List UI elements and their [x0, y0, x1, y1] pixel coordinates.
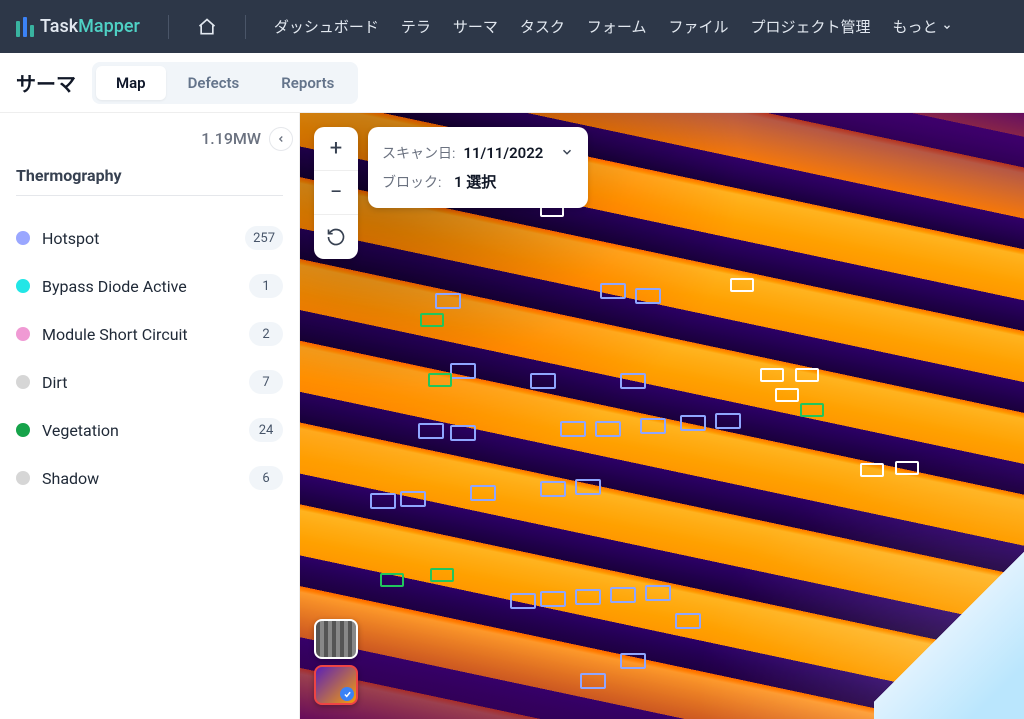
logo-mark-icon [16, 17, 34, 37]
block-value: 1 選択 [454, 171, 496, 192]
category-row[interactable]: Shadow 6 [16, 454, 283, 502]
category-color-icon [16, 279, 30, 293]
category-count-badge: 257 [245, 226, 283, 250]
logo-text-b: Mapper [78, 16, 140, 37]
layer-visual-button[interactable] [314, 619, 358, 659]
divider [168, 15, 169, 39]
sub-header: サーマ Map Defects Reports [0, 53, 1024, 113]
nav-file[interactable]: ファイル [668, 16, 728, 37]
logo-text-a: Task [40, 16, 78, 37]
category-count-badge: 6 [249, 466, 283, 490]
nav-task[interactable]: タスク [520, 16, 565, 37]
category-label: Hotspot [42, 229, 99, 248]
selected-check-icon [340, 687, 354, 701]
category-count-badge: 1 [249, 274, 283, 298]
zoom-reset-button[interactable] [314, 215, 358, 259]
content-area: 1.19MW Thermography Hotspot 257 Bypass D… [0, 113, 1024, 719]
sidebar: 1.19MW Thermography Hotspot 257 Bypass D… [0, 113, 300, 719]
divider [16, 195, 283, 196]
nav-thermal[interactable]: サーマ [453, 16, 498, 37]
map-viewport[interactable]: + − スキャン日: 11/11/2022 ブロック: 1 選択 [300, 113, 1024, 719]
category-list: Hotspot 257 Bypass Diode Active 1 Module… [16, 214, 283, 502]
tab-reports[interactable]: Reports [261, 66, 354, 100]
nav-project[interactable]: プロジェクト管理 [750, 16, 870, 37]
category-count-badge: 7 [249, 370, 283, 394]
scan-date-value: 11/11/2022 [463, 144, 543, 162]
category-row[interactable]: Dirt 7 [16, 358, 283, 406]
layer-thermal-button[interactable] [314, 665, 358, 705]
category-label: Shadow [42, 469, 99, 488]
chevron-down-icon [560, 145, 574, 159]
zoom-in-button[interactable]: + [314, 127, 358, 171]
category-color-icon [16, 327, 30, 341]
category-count-badge: 24 [249, 418, 283, 442]
app-logo[interactable]: TaskMapper [16, 16, 140, 37]
category-row[interactable]: Hotspot 257 [16, 214, 283, 262]
map-corner-decoration [874, 529, 1024, 719]
view-tabs: Map Defects Reports [92, 62, 358, 104]
category-color-icon [16, 375, 30, 389]
main-nav: ダッシュボード テラ サーマ タスク フォーム ファイル プロジェクト管理 もっ… [274, 16, 952, 37]
expand-filter-button[interactable] [560, 144, 574, 163]
category-label: Bypass Diode Active [42, 277, 187, 296]
category-count-badge: 2 [249, 322, 283, 346]
reset-icon [326, 227, 346, 247]
collapse-sidebar-button[interactable] [269, 127, 293, 151]
zoom-controls: + − [314, 127, 358, 259]
category-label: Dirt [42, 373, 67, 392]
category-label: Module Short Circuit [42, 325, 188, 344]
nav-terra[interactable]: テラ [401, 16, 431, 37]
category-label: Vegetation [42, 421, 119, 440]
tab-map[interactable]: Map [96, 66, 166, 100]
category-color-icon [16, 471, 30, 485]
sidebar-section-title: Thermography [16, 166, 283, 185]
category-color-icon [16, 423, 30, 437]
home-icon[interactable] [197, 17, 217, 37]
chevron-left-icon [276, 134, 286, 144]
block-label: ブロック: [382, 172, 446, 192]
site-capacity: 1.19MW [16, 129, 283, 148]
nav-more-label: もっと [893, 16, 938, 37]
category-row[interactable]: Vegetation 24 [16, 406, 283, 454]
nav-more[interactable]: もっと [893, 16, 952, 37]
scan-date-label: スキャン日: [382, 143, 455, 163]
chevron-down-icon [942, 22, 952, 32]
topbar: TaskMapper ダッシュボード テラ サーマ タスク フォーム ファイル … [0, 0, 1024, 53]
category-color-icon [16, 231, 30, 245]
category-row[interactable]: Module Short Circuit 2 [16, 310, 283, 358]
scan-filter-panel: スキャン日: 11/11/2022 ブロック: 1 選択 [368, 127, 588, 208]
tab-defects[interactable]: Defects [168, 66, 260, 100]
layer-switcher [314, 619, 358, 705]
zoom-out-button[interactable]: − [314, 171, 358, 215]
page-title: サーマ [16, 68, 76, 97]
category-row[interactable]: Bypass Diode Active 1 [16, 262, 283, 310]
nav-form[interactable]: フォーム [587, 16, 647, 37]
divider [245, 15, 246, 39]
nav-dashboard[interactable]: ダッシュボード [274, 16, 379, 37]
